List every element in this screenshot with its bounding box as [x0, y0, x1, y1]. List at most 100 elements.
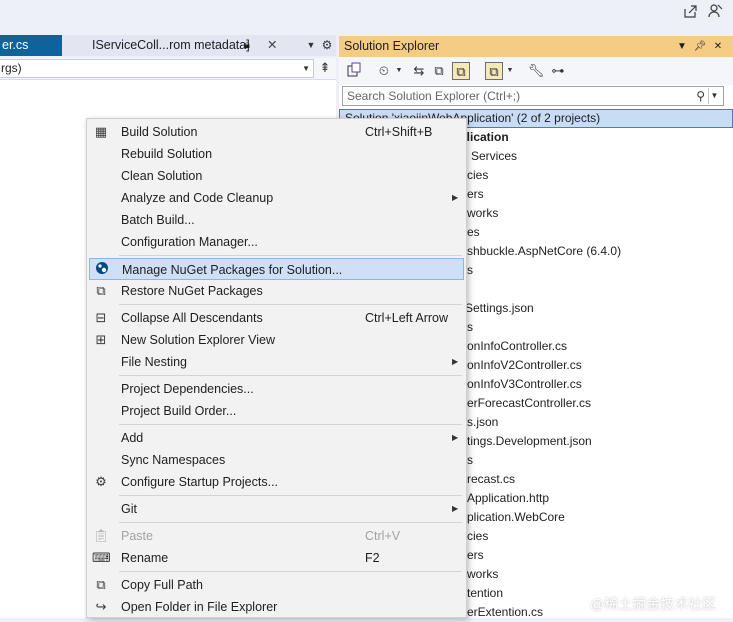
menu-item-batch-build[interactable]: Batch Build... — [89, 209, 464, 231]
menu-separator — [119, 255, 462, 256]
tree-row-label: ers — [467, 187, 484, 201]
menu-item-restore-nuget-packages[interactable]: ⧉ Restore NuGet Packages — [89, 280, 464, 302]
menu-item-build-solution[interactable]: ▦ Build Solution Ctrl+Shift+B — [89, 121, 464, 143]
menu-item-label: Add — [121, 431, 144, 445]
tab-overflow-icon[interactable]: ▼ — [305, 37, 317, 53]
menu-item-sync-namespaces[interactable]: Sync Namespaces — [89, 449, 464, 471]
pin-icon[interactable]: 📌︎ — [693, 36, 707, 57]
tree-row-label: Services — [471, 149, 518, 163]
tree-row-label: tings.Development.json — [467, 434, 592, 448]
panel-title: Solution Explorer — [344, 39, 440, 53]
submenu-arrow-icon: ▶ — [452, 357, 459, 366]
gear-icon[interactable]: ⚙ — [320, 36, 334, 54]
tree-row-label: cies — [467, 168, 489, 182]
menu-item-label: Collapse All Descendants — [121, 311, 263, 325]
menu-item-label: Manage NuGet Packages for Solution... — [122, 263, 343, 277]
menu-separator — [119, 375, 462, 376]
menu-item-label: Rename — [121, 551, 169, 565]
split-editor-icon[interactable]: ⇞ — [316, 59, 334, 78]
collapse-all-icon[interactable]: ⧉ — [430, 62, 448, 80]
menu-item-configure-startup-projects[interactable]: ⚙ Configure Startup Projects... — [89, 471, 464, 493]
tree-row-label: erForecastController.cs — [467, 396, 592, 410]
menu-item-label: Analyze and Code Cleanup — [121, 191, 274, 205]
menu-item-shortcut: Ctrl+Shift+B — [365, 125, 433, 139]
menu-item-rebuild-solution[interactable]: Rebuild Solution — [89, 143, 464, 165]
menu-item-label: New Solution Explorer View — [121, 333, 276, 347]
member-dropdown[interactable]: rgs) ▼ — [0, 59, 314, 78]
submenu-arrow-icon: ▶ — [452, 504, 459, 513]
close-icon[interactable]: ✕ — [267, 35, 277, 55]
feedback-person-icon[interactable] — [706, 3, 724, 21]
tree-row-label: s.json — [467, 415, 499, 429]
menu-item-git[interactable]: Git ▶ — [89, 498, 464, 520]
chevron-down-icon[interactable]: ▼ — [506, 62, 514, 80]
menu-item-paste[interactable]: 📋︎ Paste Ctrl+V — [89, 525, 464, 547]
tree-row-label: ers — [467, 548, 484, 562]
menu-item-analyze-and-code-cleanup[interactable]: Analyze and Code Cleanup ▶ — [89, 187, 464, 209]
tree-row-label: onInfoV3Controller.cs — [467, 377, 582, 391]
menu-item-new-solution-explorer-view[interactable]: ⊞ New Solution Explorer View — [89, 329, 464, 351]
tree-row-label: onInfoController.cs — [467, 339, 568, 353]
tree-row-label: s — [467, 263, 473, 277]
search-placeholder: Search Solution Explorer (Ctrl+;) — [347, 89, 521, 103]
menu-item-manage-nuget-packages-for-solution[interactable]: Manage NuGet Packages for Solution... — [89, 258, 464, 280]
menu-item-project-dependencies[interactable]: Project Dependencies... — [89, 378, 464, 400]
chevron-down-icon[interactable]: ▼ — [708, 88, 720, 104]
menu-item-label: Batch Build... — [121, 213, 195, 227]
tree-row-label: shbuckle.AspNetCore (6.4.0) — [467, 244, 622, 258]
search-icon[interactable]: ⚲ — [696, 87, 705, 105]
menu-item-project-build-order[interactable]: Project Build Order... — [89, 400, 464, 422]
paste-icon: 📋︎ — [92, 528, 110, 543]
share-icon[interactable] — [681, 3, 699, 21]
menu-item-add[interactable]: Add ▶ — [89, 427, 464, 449]
menu-separator — [119, 495, 462, 496]
menu-item-label: Open Folder in File Explorer — [121, 600, 278, 614]
close-icon[interactable]: ✕ — [711, 36, 725, 57]
search-input[interactable]: Search Solution Explorer (Ctrl+;) ⚲ ▼ — [342, 86, 724, 106]
chevron-down-icon[interactable]: ▼ — [395, 62, 403, 80]
tree-row-label: onInfoV2Controller.cs — [467, 358, 582, 372]
tree-row-label: Settings.json — [465, 301, 534, 315]
menu-item-collapse-all-descendants[interactable]: ⊟ Collapse All Descendants Ctrl+Left Arrow — [89, 307, 464, 329]
menu-separator — [119, 304, 462, 305]
window-position-icon[interactable]: ▼ — [675, 36, 689, 57]
nuget-icon — [93, 261, 111, 279]
menu-item-rename[interactable]: ⌨ Rename F2 — [89, 547, 464, 569]
preview-selected-icon[interactable]: ⧉ — [485, 62, 503, 80]
menu-item-open-folder-in-file-explorer[interactable]: ↪ Open Folder in File Explorer — [89, 596, 464, 618]
menu-item-label: File Nesting — [121, 355, 187, 369]
tree-row-label: Application.http — [467, 491, 550, 505]
tree-row-label: cies — [467, 529, 489, 543]
menu-item-label: Build Solution — [121, 125, 198, 139]
menu-separator — [119, 424, 462, 425]
menu-item-clean-solution[interactable]: Clean Solution — [89, 165, 464, 187]
tab-preview-label: IServiceColl...rom metadata] — [92, 38, 250, 52]
switch-views-icon[interactable] — [345, 62, 363, 80]
menu-item-label: Git — [121, 502, 137, 516]
tab-preview-document[interactable]: IServiceColl...rom metadata] 🔒︎ ✕ — [86, 35, 304, 56]
menu-item-label: Project Build Order... — [121, 404, 237, 418]
properties-icon[interactable]: ⊶ — [549, 62, 567, 80]
menu-item-shortcut: Ctrl+V — [365, 529, 401, 543]
tree-row-label: tention — [467, 586, 504, 600]
rename-icon: ⌨ — [92, 550, 111, 565]
menu-item-label: Restore NuGet Packages — [121, 284, 263, 298]
submenu-arrow-icon: ▶ — [452, 193, 459, 202]
pending-changes-icon[interactable]: ⏲ — [375, 62, 393, 80]
gear-icon: ⚙ — [95, 474, 107, 489]
menu-item-copy-full-path[interactable]: ⧉ Copy Full Path — [89, 574, 464, 596]
wrench-icon[interactable]: 🔧︎ — [527, 62, 545, 80]
lock-icon[interactable]: 🔒︎ — [244, 35, 250, 55]
menu-item-configuration-manager[interactable]: Configuration Manager... — [89, 231, 464, 253]
sync-icon[interactable]: ⇆ — [410, 62, 428, 80]
build-icon: ▦ — [94, 124, 108, 139]
tree-row-label: works — [467, 567, 499, 581]
menu-item-file-nesting[interactable]: File Nesting ▶ — [89, 351, 464, 373]
panel-title-bar[interactable]: Solution Explorer — [339, 36, 733, 57]
tree-row-label: plication.WebCore — [467, 510, 565, 524]
tab-active-document[interactable]: er.cs — [0, 35, 62, 56]
show-all-files-icon[interactable]: ⧉ — [452, 62, 470, 80]
member-dropdown-value: rgs) — [1, 61, 22, 75]
new-view-icon: ⊞ — [95, 332, 107, 347]
menu-item-label: Copy Full Path — [121, 578, 203, 592]
